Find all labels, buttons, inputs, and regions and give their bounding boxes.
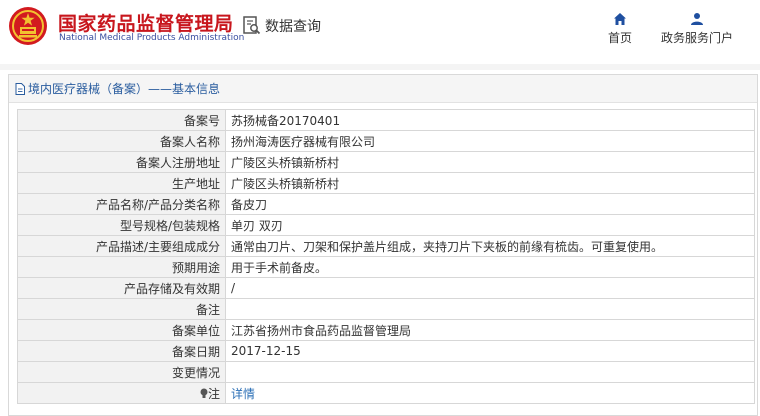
- row-value: 备皮刀: [225, 193, 755, 215]
- row-label: 产品描述/主要组成成分: [17, 235, 226, 257]
- table-row-note: 注 详情: [17, 382, 755, 404]
- row-value: 广陵区头桥镇新桥村: [225, 151, 755, 173]
- table-row: 备案号 苏扬械备20170401: [17, 109, 755, 131]
- header-separator: [0, 64, 760, 70]
- document-icon: [15, 82, 25, 95]
- user-icon: [691, 13, 703, 25]
- nav-home[interactable]: 首页: [600, 12, 640, 46]
- row-value: 扬州海涛医疗器械有限公司: [225, 130, 755, 152]
- row-label: 备案号: [17, 109, 226, 131]
- org-name-cn: 国家药品监督管理局: [58, 13, 234, 35]
- row-label: 变更情况: [17, 361, 226, 383]
- row-value: 2017-12-15: [225, 340, 755, 362]
- table-row: 生产地址 广陵区头桥镇新桥村: [17, 172, 755, 194]
- row-value: 江苏省扬州市食品药品监督管理局: [225, 319, 755, 341]
- row-value: [225, 298, 755, 320]
- table-row: 备案人注册地址 广陵区头桥镇新桥村: [17, 151, 755, 173]
- home-icon: [614, 13, 626, 25]
- table-row: 预期用途 用于手术前备皮。: [17, 256, 755, 278]
- nav-service-portal[interactable]: 政务服务门户: [658, 12, 736, 46]
- document-search-icon: [243, 16, 261, 35]
- row-label: 产品存储及有效期: [17, 277, 226, 299]
- row-label: 预期用途: [17, 256, 226, 278]
- row-label: 备案人名称: [17, 130, 226, 152]
- table-row: 备注: [17, 298, 755, 320]
- nav-portal-label: 政务服务门户: [660, 31, 733, 45]
- row-value: 苏扬械备20170401: [225, 109, 755, 131]
- row-value: 通常由刀片、刀架和保护盖片组成，夹持刀片下夹板的前缘有梳齿。可重复使用。: [225, 235, 755, 257]
- row-value: 广陵区头桥镇新桥村: [225, 172, 755, 194]
- table-row: 备案日期 2017-12-15: [17, 340, 755, 362]
- row-label: 生产地址: [17, 172, 226, 194]
- table-row: 产品名称/产品分类名称 备皮刀: [17, 193, 755, 215]
- info-panel: 境内医疗器械（备案）——基本信息 备案号 苏扬械备20170401 备案人名称 扬州…: [8, 74, 758, 416]
- panel-header: 境内医疗器械（备案）——基本信息: [9, 75, 757, 103]
- note-label: 注: [207, 386, 220, 401]
- table-row: 型号规格/包装规格 单刃 双刃: [17, 214, 755, 236]
- national-emblem-icon: [9, 7, 47, 45]
- table-row: 变更情况: [17, 361, 755, 383]
- row-value: /: [225, 277, 755, 299]
- row-label: 型号规格/包装规格: [17, 214, 226, 236]
- row-value: 用于手术前备皮。: [225, 256, 755, 278]
- row-label: 产品名称/产品分类名称: [17, 193, 226, 215]
- details-link[interactable]: 详情: [231, 387, 255, 401]
- table-row: 备案人名称 扬州海涛医疗器械有限公司: [17, 130, 755, 152]
- row-label: 备注: [17, 298, 226, 320]
- info-table: 备案号 苏扬械备20170401 备案人名称 扬州海涛医疗器械有限公司 备案人注册地…: [17, 109, 755, 404]
- row-label: 备案日期: [17, 340, 226, 362]
- org-name-en: National Medical Products Administration: [59, 33, 245, 43]
- row-label: 备案单位: [17, 319, 226, 341]
- site-header: 国家药品监督管理局 National Medical Products Admi…: [0, 0, 760, 64]
- row-label: 备案人注册地址: [17, 151, 226, 173]
- row-value: [225, 361, 755, 383]
- nav-home-label: 首页: [607, 31, 632, 45]
- table-row: 产品描述/主要组成成分 通常由刀片、刀架和保护盖片组成，夹持刀片下夹板的前缘有梳齿…: [17, 235, 755, 257]
- row-label-note: 注: [17, 382, 226, 404]
- row-value: 单刃 双刃: [225, 214, 755, 236]
- table-row: 备案单位 江苏省扬州市食品药品监督管理局: [17, 319, 755, 341]
- table-row: 产品存储及有效期 /: [17, 277, 755, 299]
- data-query-label: 数据查询: [265, 19, 321, 35]
- panel-title: 境内医疗器械（备案）——基本信息: [28, 82, 221, 96]
- data-query-link[interactable]: 数据查询: [243, 16, 321, 36]
- row-value-note: 详情: [225, 382, 755, 404]
- lightbulb-icon: [200, 388, 208, 398]
